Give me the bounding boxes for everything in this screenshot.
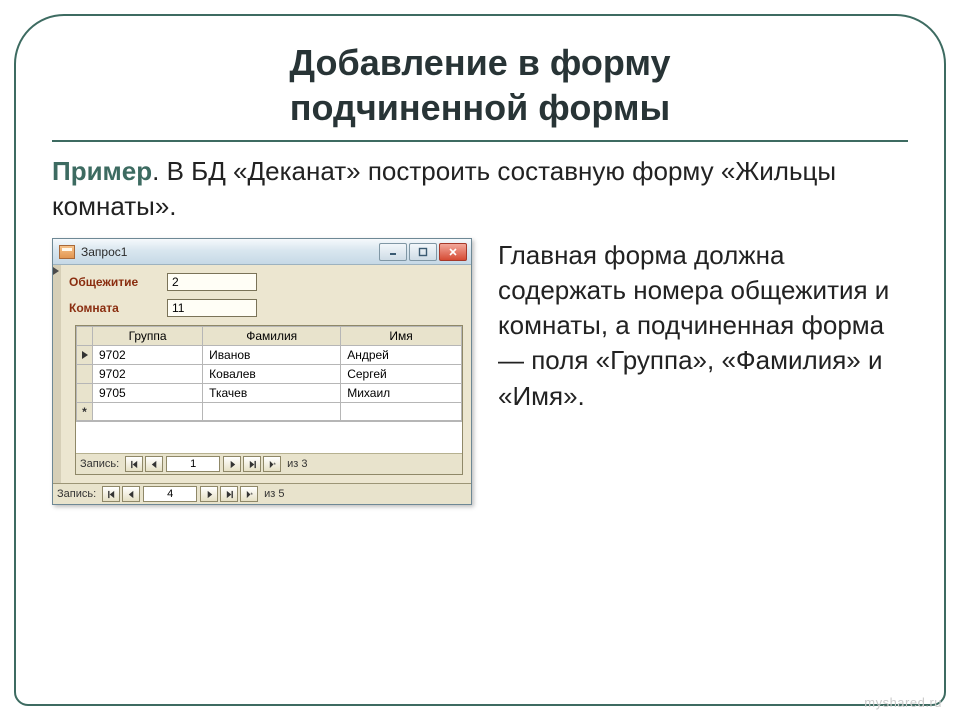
slide-frame: Добавление в форму подчиненной формы При… — [14, 14, 946, 706]
dorm-label: Общежитие — [69, 275, 153, 289]
maximize-button[interactable] — [409, 243, 437, 261]
field-row-room: Комната — [69, 299, 463, 317]
nav-of: из 5 — [264, 488, 284, 500]
cell-empty[interactable] — [341, 403, 462, 421]
subform-table: Группа Фамилия Имя 9702 Иванов Андрей — [76, 326, 462, 421]
form-icon — [59, 245, 75, 259]
title-line-2: подчиненной формы — [290, 87, 670, 128]
nav-current[interactable]: 4 — [143, 486, 197, 502]
nav-first-button[interactable] — [125, 456, 143, 472]
table-row[interactable]: 9705 Ткачев Михаил — [77, 384, 462, 403]
nav-label: Запись: — [80, 458, 119, 470]
current-record-icon — [53, 267, 59, 275]
cell-lastname[interactable]: Иванов — [203, 346, 341, 365]
content-row: Запрос1 Общежитие — [52, 238, 908, 505]
row-selector-current[interactable] — [77, 346, 93, 365]
table-header-row: Группа Фамилия Имя — [77, 327, 462, 346]
description-text: Главная форма должна содержать номера об… — [498, 238, 908, 413]
row-selector-header — [77, 327, 93, 346]
row-selector[interactable] — [77, 384, 93, 403]
cell-empty[interactable] — [93, 403, 203, 421]
cell-lastname[interactable]: Ковалев — [203, 365, 341, 384]
subform-navbar: Запись: 1 * из 3 — [76, 453, 462, 474]
room-input[interactable] — [167, 299, 257, 317]
field-row-dorm: Общежитие — [69, 273, 463, 291]
record-selector[interactable] — [53, 265, 61, 483]
title-line-1: Добавление в форму — [289, 42, 670, 83]
svg-text:*: * — [250, 492, 253, 499]
window-title: Запрос1 — [81, 245, 379, 259]
dorm-input[interactable] — [167, 273, 257, 291]
nav-prev-button[interactable] — [122, 486, 140, 502]
nav-prev-button[interactable] — [145, 456, 163, 472]
table-row[interactable]: 9702 Иванов Андрей — [77, 346, 462, 365]
nav-last-button[interactable] — [220, 486, 238, 502]
nav-next-button[interactable] — [200, 486, 218, 502]
form-body: Общежитие Комната Группа Фамилия Имя — [53, 265, 471, 483]
subform: Группа Фамилия Имя 9702 Иванов Андрей — [75, 325, 463, 475]
title-underline — [52, 140, 908, 142]
slide-title: Добавление в форму подчиненной формы — [52, 40, 908, 130]
watermark: myshared.ru — [864, 695, 942, 710]
col-header-firstname[interactable]: Имя — [341, 327, 462, 346]
table-row-new[interactable] — [77, 403, 462, 421]
cell-lastname[interactable]: Ткачев — [203, 384, 341, 403]
nav-next-button[interactable] — [223, 456, 241, 472]
cell-firstname[interactable]: Сергей — [341, 365, 462, 384]
minimize-button[interactable] — [379, 243, 407, 261]
subform-blank-area — [76, 421, 462, 453]
nav-label: Запись: — [57, 488, 96, 500]
access-window: Запрос1 Общежитие — [52, 238, 472, 505]
row-selector[interactable] — [77, 365, 93, 384]
window-titlebar[interactable]: Запрос1 — [53, 239, 471, 265]
cell-group[interactable]: 9702 — [93, 346, 203, 365]
example-line: Пример. В БД «Деканат» построить составн… — [52, 154, 908, 224]
example-text: . В БД «Деканат» построить составную фор… — [52, 156, 836, 221]
nav-first-button[interactable] — [102, 486, 120, 502]
room-label: Комната — [69, 301, 153, 315]
cell-empty[interactable] — [203, 403, 341, 421]
close-button[interactable] — [439, 243, 467, 261]
table-row[interactable]: 9702 Ковалев Сергей — [77, 365, 462, 384]
nav-new-button[interactable]: * — [240, 486, 258, 502]
col-header-lastname[interactable]: Фамилия — [203, 327, 341, 346]
example-label: Пример — [52, 156, 152, 186]
cell-firstname[interactable]: Андрей — [341, 346, 462, 365]
cell-group[interactable]: 9705 — [93, 384, 203, 403]
svg-text:*: * — [273, 462, 276, 469]
window-controls — [379, 243, 467, 261]
form-navbar: Запись: 4 * из 5 — [53, 483, 471, 504]
nav-last-button[interactable] — [243, 456, 261, 472]
nav-current[interactable]: 1 — [166, 456, 220, 472]
cell-firstname[interactable]: Михаил — [341, 384, 462, 403]
nav-of: из 3 — [287, 458, 307, 470]
cell-group[interactable]: 9702 — [93, 365, 203, 384]
nav-new-button[interactable]: * — [263, 456, 281, 472]
row-selector-new[interactable] — [77, 403, 93, 421]
col-header-group[interactable]: Группа — [93, 327, 203, 346]
